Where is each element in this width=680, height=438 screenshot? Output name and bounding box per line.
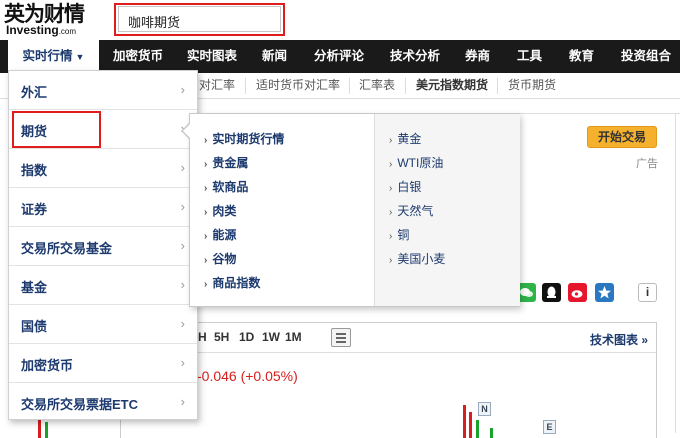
dropdown-item-forex[interactable]: 外汇 › bbox=[9, 71, 197, 110]
dropdown-item-etfs[interactable]: 交易所交易基金 › bbox=[9, 227, 197, 266]
submenu-item[interactable]: › WTI原油 bbox=[389, 154, 443, 171]
nav-item-analysis[interactable]: 分析评论 bbox=[314, 40, 364, 73]
header: 英为财情 Investing.com 咖啡期货 bbox=[0, 0, 680, 40]
subnav-item[interactable]: 对汇率 bbox=[199, 73, 235, 98]
submenu-item[interactable]: › 谷物 bbox=[204, 250, 236, 267]
dropdown-item-label: 外汇 bbox=[21, 85, 48, 100]
timeframe-button[interactable]: 5H bbox=[214, 330, 229, 344]
divider bbox=[349, 78, 350, 94]
chevron-right-icon: › bbox=[180, 355, 185, 370]
submenu-pointer-fill bbox=[183, 123, 191, 139]
chevron-right-icon: › bbox=[180, 199, 185, 214]
dropdown-item-crypto[interactable]: 加密货币 › bbox=[9, 344, 197, 383]
dropdown-item-label: 交易所交易基金 bbox=[21, 241, 113, 256]
realtime-quotes-dropdown: 外汇 › 期货 › 指数 › 证券 › 交易所交易基金 › 基金 › 国债 › 加密货币 › 交… bbox=[8, 70, 198, 420]
timeframe-button[interactable]: 1M bbox=[285, 330, 302, 344]
submenu-item[interactable]: › 黄金 bbox=[389, 130, 421, 147]
ad-label: 广告 bbox=[636, 158, 658, 170]
submenu-item[interactable]: › 能源 bbox=[204, 226, 236, 243]
search-input-value: 咖啡期货 bbox=[128, 15, 181, 30]
dropdown-item-label: 期货 bbox=[21, 124, 48, 139]
subnav-item[interactable]: 汇率表 bbox=[359, 73, 395, 98]
futures-submenu: › 实时期货行情 › 贵金属 › 软商品 › 肉类 › 能源 › 谷物 › 商品指数 › 黄金 … bbox=[189, 113, 520, 307]
dropdown-item-label: 加密货币 bbox=[21, 358, 74, 373]
chart-candle bbox=[490, 428, 493, 438]
nav-item-realtime-quotes[interactable]: 实时行情 ▼ bbox=[8, 40, 99, 73]
content-divider bbox=[675, 113, 676, 433]
nav-item-education[interactable]: 教育 bbox=[569, 40, 594, 73]
nav-item-portfolio[interactable]: 投资组合 bbox=[621, 40, 671, 73]
dropdown-item-bonds[interactable]: 国债 › bbox=[9, 305, 197, 344]
nav-item-label: 实时行情 bbox=[22, 49, 73, 63]
timeframe-button[interactable]: H bbox=[198, 330, 207, 344]
chevron-right-icon: › bbox=[180, 316, 185, 331]
chevron-right-icon: › bbox=[180, 82, 185, 97]
dropdown-item-label: 基金 bbox=[21, 280, 48, 295]
dropdown-item-stocks[interactable]: 证券 › bbox=[9, 188, 197, 227]
dropdown-item-etc[interactable]: 交易所交易票据ETC › bbox=[9, 383, 197, 422]
price-change: -0.046 (+0.05%) bbox=[197, 368, 298, 384]
chevron-right-icon: › bbox=[180, 238, 185, 253]
submenu-item[interactable]: › 贵金属 bbox=[204, 154, 248, 171]
submenu-item[interactable]: › 商品指数 bbox=[204, 274, 260, 291]
dropdown-item-funds[interactable]: 基金 › bbox=[9, 266, 197, 305]
submenu-item[interactable]: › 实时期货行情 bbox=[204, 130, 284, 147]
search-input[interactable]: 咖啡期货 bbox=[118, 6, 281, 32]
chevron-right-icon: › bbox=[180, 394, 185, 409]
chart-candle bbox=[476, 420, 479, 438]
nav-item-crypto[interactable]: 加密货币 bbox=[113, 40, 163, 73]
chart-candle bbox=[463, 405, 466, 438]
page: 英为财情 Investing.com 咖啡期货 实时行情 ▼ 加密货币 实时图表 … bbox=[0, 0, 680, 438]
dropdown-item-futures[interactable]: 期货 › bbox=[9, 110, 197, 149]
favorite-star-icon[interactable] bbox=[595, 283, 614, 302]
dropdown-item-label: 交易所交易票据ETC bbox=[21, 397, 139, 412]
chart-candle bbox=[469, 412, 472, 438]
submenu-item[interactable]: › 肉类 bbox=[204, 202, 236, 219]
subnav-item[interactable]: 美元指数期货 bbox=[416, 73, 488, 98]
divider bbox=[405, 78, 406, 94]
nav-item-brokers[interactable]: 券商 bbox=[465, 40, 490, 73]
nav-item-technical[interactable]: 技术分析 bbox=[390, 40, 440, 73]
investing-logo[interactable]: 英为财情 Investing.com bbox=[4, 3, 104, 37]
timeframe-button[interactable]: 1D bbox=[239, 330, 254, 344]
chevron-right-icon: › bbox=[180, 160, 185, 175]
info-icon[interactable]: i bbox=[638, 283, 657, 302]
submenu-item[interactable]: › 软商品 bbox=[204, 178, 248, 195]
weibo-icon[interactable] bbox=[568, 283, 587, 302]
start-trading-button[interactable]: 开始交易 bbox=[587, 126, 657, 148]
subnav-item[interactable]: 适时货币对汇率 bbox=[256, 73, 340, 98]
subnav-item[interactable]: 货币期货 bbox=[508, 73, 556, 98]
dropdown-item-indices[interactable]: 指数 › bbox=[9, 149, 197, 188]
nav-item-live-charts[interactable]: 实时图表 bbox=[187, 40, 237, 73]
chevron-right-icon: › bbox=[180, 277, 185, 292]
timeframe-button[interactable]: 1W bbox=[262, 330, 280, 344]
submenu-item[interactable]: › 天然气 bbox=[389, 202, 433, 219]
dropdown-item-label: 证券 bbox=[21, 202, 48, 217]
submenu-item[interactable]: › 白银 bbox=[389, 178, 421, 195]
chart-event-marker[interactable]: E bbox=[543, 420, 556, 434]
submenu-item[interactable]: › 铜 bbox=[389, 226, 409, 243]
chevron-down-icon: ▼ bbox=[75, 52, 85, 62]
dropdown-item-label: 指数 bbox=[21, 163, 48, 178]
chart-candle bbox=[45, 422, 48, 438]
divider bbox=[245, 78, 246, 94]
chart-toolbar: H 5H 1D 1W 1M 技术图表 » bbox=[121, 323, 656, 353]
submenu-item[interactable]: › 美国小麦 bbox=[389, 250, 445, 267]
divider bbox=[497, 78, 498, 94]
technical-chart-link[interactable]: 技术图表 » bbox=[590, 331, 648, 348]
nav-item-tools[interactable]: 工具 bbox=[517, 40, 542, 73]
logo-chinese: 英为财情 bbox=[4, 2, 85, 26]
qq-icon[interactable] bbox=[542, 283, 561, 302]
nav-item-news[interactable]: 新闻 bbox=[262, 40, 287, 73]
main-nav: 实时行情 ▼ 加密货币 实时图表 新闻 分析评论 技术分析 券商 工具 教育 投资… bbox=[0, 40, 680, 73]
logo-english: Investing.com bbox=[6, 23, 77, 37]
chart-settings-icon[interactable] bbox=[331, 328, 351, 347]
dropdown-item-label: 国债 bbox=[21, 319, 48, 334]
chart-event-marker[interactable]: N bbox=[478, 402, 491, 416]
